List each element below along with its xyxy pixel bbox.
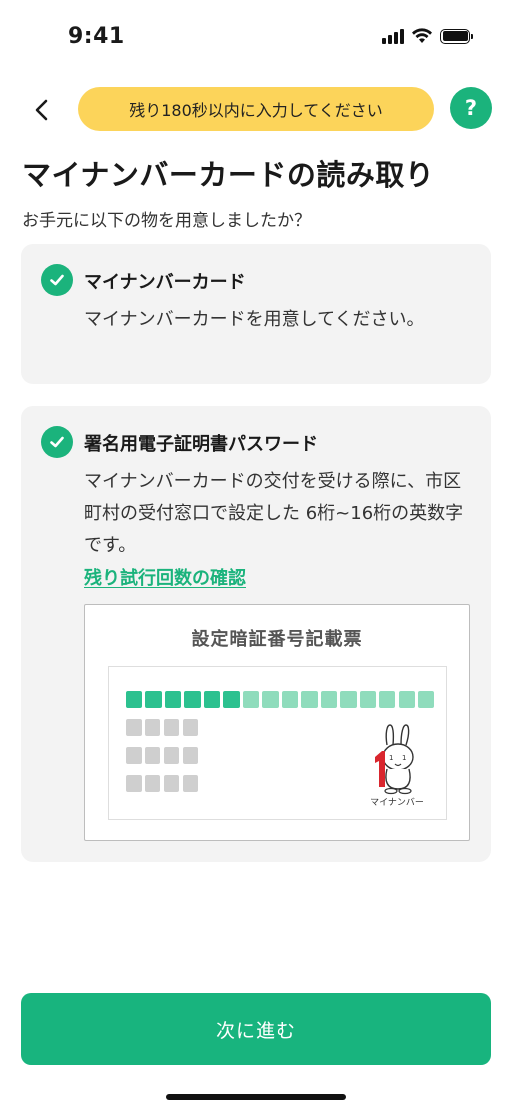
check-circle-icon bbox=[41, 264, 73, 296]
pin-digit-box bbox=[163, 719, 180, 736]
pin-digit-box bbox=[144, 775, 161, 792]
card-title: 署名用電子証明書パスワード bbox=[84, 434, 318, 455]
password-digit-box bbox=[145, 691, 162, 708]
page-subtitle: お手元に以下の物を用意しましたか？ bbox=[22, 211, 311, 231]
checklist-card-password: 署名用電子証明書パスワード マイナンバーカードの交付を受ける際に、市区町村の受付… bbox=[21, 406, 491, 862]
card-description: マイナンバーカードを用意してください。 bbox=[84, 309, 425, 330]
mascot-label: マイナンバー bbox=[370, 798, 424, 808]
password-digit-box bbox=[320, 691, 338, 708]
svg-text:1: 1 bbox=[389, 754, 393, 762]
pin-row bbox=[126, 775, 199, 792]
password-digit-box bbox=[262, 691, 279, 708]
password-digit-box bbox=[398, 691, 415, 708]
password-digit-box bbox=[281, 691, 299, 708]
pin-digit-box bbox=[163, 747, 180, 764]
chevron-left-icon bbox=[35, 99, 48, 121]
password-digit-row bbox=[126, 691, 435, 708]
password-digit-box bbox=[126, 691, 143, 708]
password-digit-box bbox=[184, 691, 201, 708]
pin-digit-box bbox=[126, 775, 142, 792]
pin-slip-body: 1 1 マイナンバー bbox=[108, 666, 447, 820]
home-indicator bbox=[166, 1094, 346, 1100]
password-digit-box bbox=[242, 691, 260, 708]
status-bar: 9:41 bbox=[0, 0, 512, 76]
pin-row bbox=[126, 719, 199, 736]
password-digit-box bbox=[418, 691, 435, 708]
pin-digit-box bbox=[182, 747, 199, 764]
back-button[interactable] bbox=[24, 92, 60, 128]
svg-text:1: 1 bbox=[402, 754, 406, 762]
pin-digit-box bbox=[126, 747, 142, 764]
page-title: マイナンバーカードの読み取り bbox=[22, 158, 435, 192]
help-button[interactable]: ? bbox=[450, 87, 492, 129]
header: 残り180秒以内に入力してください ? bbox=[0, 86, 512, 132]
wifi-icon bbox=[412, 28, 432, 43]
password-digit-box bbox=[164, 691, 182, 708]
password-digit-box bbox=[340, 691, 357, 708]
card-description: マイナンバーカードの交付を受ける際に、市区町村の受付窓口で設定した 6桁~16桁… bbox=[84, 471, 464, 556]
pin-digit-box bbox=[182, 775, 199, 792]
mynumber-mascot-icon: 1 1 bbox=[375, 724, 414, 795]
password-digit-box bbox=[379, 691, 396, 708]
checklist-card-mynumber: マイナンバーカード マイナンバーカードを用意してください。 bbox=[21, 244, 491, 384]
cellular-signal-icon bbox=[382, 28, 404, 44]
password-digit-box bbox=[359, 691, 376, 708]
pin-digit-box bbox=[126, 719, 142, 736]
card-title: マイナンバーカード bbox=[84, 272, 246, 293]
password-digit-box bbox=[301, 691, 318, 708]
battery-icon bbox=[440, 28, 473, 44]
pin-slip-illustration: 設定暗証番号記載票 1 1 マイナンバー bbox=[84, 604, 470, 841]
pin-digit-box bbox=[144, 747, 161, 764]
next-button[interactable]: 次に進む bbox=[21, 993, 491, 1065]
timer-notice: 残り180秒以内に入力してください bbox=[78, 87, 434, 131]
password-digit-box bbox=[223, 691, 240, 708]
pin-digit-box bbox=[163, 775, 180, 792]
check-circle-icon bbox=[41, 426, 73, 458]
pin-row bbox=[126, 747, 199, 764]
pin-digit-box bbox=[144, 719, 161, 736]
retry-count-link[interactable]: 残り試行回数の確認 bbox=[84, 564, 246, 590]
pin-slip-title: 設定暗証番号記載票 bbox=[191, 629, 363, 650]
status-time: 9:41 bbox=[68, 24, 125, 49]
password-digit-box bbox=[203, 691, 221, 708]
pin-digit-box bbox=[182, 719, 199, 736]
status-icons bbox=[382, 28, 473, 44]
